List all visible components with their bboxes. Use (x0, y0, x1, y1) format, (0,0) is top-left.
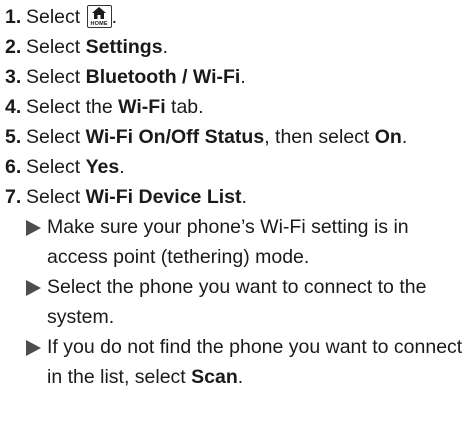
step-number: 2. (5, 36, 22, 58)
note-item: Make sure your phone’s Wi-Fi setting is … (26, 212, 467, 272)
step-number: 3. (5, 66, 22, 88)
menu-item-wifi-status: Wi-Fi On/Off Status (85, 126, 265, 148)
instruction-document: 1. Select HOME. 2. Select Settings. 3. S… (0, 0, 475, 427)
notes-list: Make sure your phone’s Wi-Fi setting is … (26, 212, 467, 392)
step-text-suffix: . (162, 36, 168, 58)
note-text: Make sure your phone’s Wi-Fi setting is … (47, 216, 409, 268)
step-text: Select (26, 6, 86, 28)
step-5: 5. Select Wi-Fi On/Off Status, then sele… (5, 122, 467, 152)
step-text-suffix: . (401, 126, 408, 148)
step-text-suffix: . (241, 186, 247, 208)
step-text: Select (26, 126, 86, 148)
step-text-suffix: . (240, 66, 246, 88)
step-7: 7. Select Wi-Fi Device List. Make sure y… (5, 182, 467, 392)
step-number: 5. (5, 126, 22, 148)
step-3: 3. Select Bluetooth / Wi-Fi. (5, 62, 467, 92)
step-1: 1. Select HOME. (5, 2, 467, 32)
step-text-suffix: tab. (165, 96, 204, 118)
step-4: 4. Select the Wi-Fi tab. (5, 92, 467, 122)
home-icon-label: HOME (90, 21, 108, 27)
step-number: 1. (5, 6, 22, 28)
menu-item-wifi-device-list: Wi-Fi Device List (85, 186, 242, 208)
step-text: Select (26, 156, 86, 178)
step-text-suffix: . (119, 156, 125, 178)
option-yes: Yes (85, 156, 120, 178)
step-6: 6. Select Yes. (5, 152, 467, 182)
step-text-middle: , then select (264, 126, 375, 148)
step-text: Select (26, 66, 86, 88)
step-text-suffix: . (111, 6, 118, 28)
menu-item-bluetooth-wifi: Bluetooth / Wi-Fi (85, 66, 241, 88)
step-text: Select (26, 186, 86, 208)
triangle-bullet-icon (26, 340, 41, 356)
note-item: Select the phone you want to connect to … (26, 272, 467, 332)
tab-wifi: Wi-Fi (118, 96, 166, 118)
step-2: 2. Select Settings. (5, 32, 467, 62)
step-text: Select the (26, 96, 119, 118)
home-icon: HOME (86, 5, 112, 28)
note-text: If you do not find the phone you want to… (47, 336, 463, 388)
step-number: 4. (5, 96, 22, 118)
step-number: 7. (5, 186, 22, 208)
menu-item-settings: Settings (85, 36, 163, 58)
option-on: On (374, 126, 402, 148)
step-text: Select (26, 36, 86, 58)
step-number: 6. (5, 156, 22, 178)
steps-list: 1. Select HOME. 2. Select Settings. 3. S… (5, 2, 467, 392)
option-scan: Scan (191, 366, 238, 388)
note-text-suffix: . (237, 366, 244, 388)
note-item: If you do not find the phone you want to… (26, 332, 467, 392)
note-text: Select the phone you want to connect to … (47, 276, 427, 328)
triangle-bullet-icon (26, 280, 41, 296)
triangle-bullet-icon (26, 220, 41, 236)
